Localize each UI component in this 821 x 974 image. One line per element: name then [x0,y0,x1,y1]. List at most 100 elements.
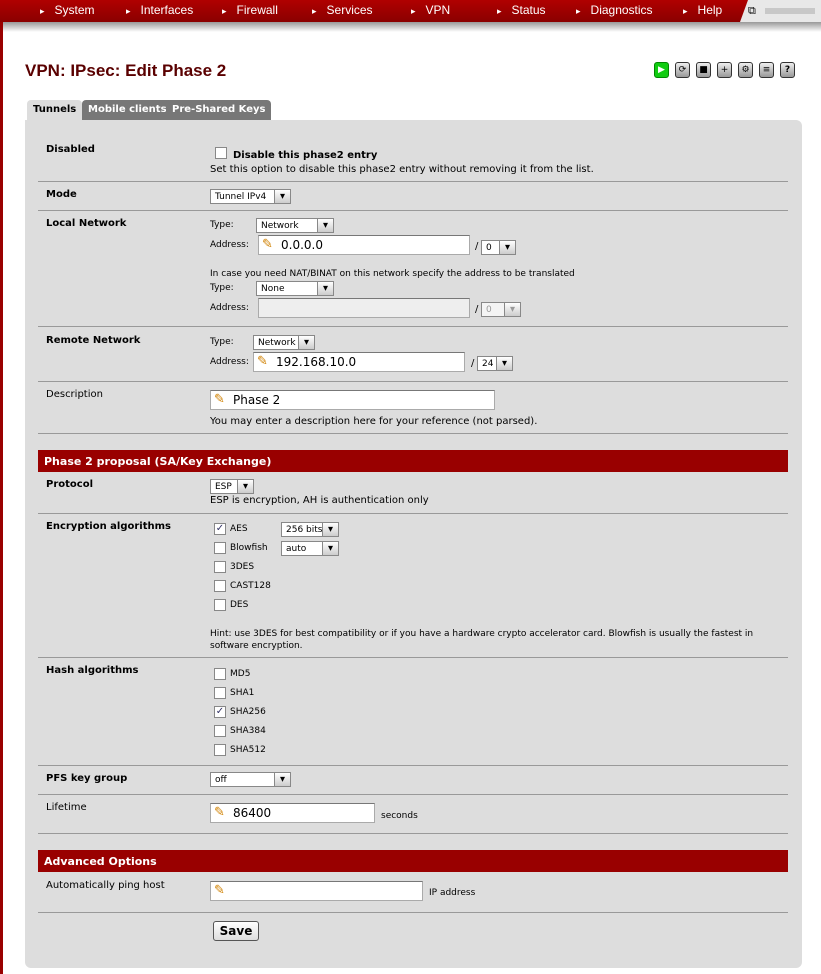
lifetime-input[interactable]: ✎ 86400 [210,803,375,823]
protocol-hint: ESP is encryption, AH is authentication … [210,495,429,506]
slash: / [475,241,479,252]
help-icon[interactable]: ? [780,62,795,78]
protocol-label: Protocol [46,479,94,490]
disable-checkbox-label: Disable this phase2 entry [233,150,378,161]
nat-address-input[interactable] [258,298,470,318]
remote-address-label: Address: [210,357,249,367]
hash-sha256-checkbox[interactable]: ✓ [214,706,226,718]
ping-host-input[interactable]: ✎ [210,881,423,901]
pencil-icon: ✎ [214,805,225,820]
hash-sha384-checkbox[interactable] [214,725,226,737]
encryption-cast128-label: CAST128 [230,581,271,591]
encryption-aes-checkbox[interactable]: ✓ [214,523,226,535]
disabled-hint: Set this option to disable this phase2 e… [210,164,594,175]
pfs-select[interactable]: off [210,772,291,787]
nav-services[interactable]: Services [312,3,373,17]
mode-select[interactable]: Tunnel IPv4 [210,189,291,204]
nav-firewall[interactable]: Firewall [222,3,278,17]
nav-status[interactable]: Status [497,3,546,17]
page-title: VPN: IPsec: Edit Phase 2 [25,61,227,80]
disabled-label: Disabled [46,144,95,155]
remote-type-label: Type: [210,337,234,347]
play-icon[interactable]: ▶ [654,62,669,78]
nav-vpn[interactable]: VPN [411,3,451,17]
nat-hint: In case you need NAT/BINAT on this netwo… [210,269,575,279]
hash-md5-checkbox[interactable] [214,668,226,680]
slash: / [471,358,475,369]
encryption-cast128-checkbox[interactable] [214,580,226,592]
remote-address-input[interactable]: ✎ 192.168.10.0 [253,352,465,372]
description-value: Phase 2 [233,393,281,407]
hostname-blurred [765,8,815,14]
settings-icon[interactable]: ⚙ [738,62,753,78]
top-nav: System Interfaces Firewall Services VPN … [0,0,821,22]
blowfish-keylen-select[interactable]: auto [281,541,339,556]
hash-sha1-checkbox[interactable] [214,687,226,699]
hash-sha512-checkbox[interactable] [214,744,226,756]
nav-interfaces[interactable]: Interfaces [126,3,194,17]
phase2-section-header: Phase 2 proposal (SA/Key Exchange) [38,450,788,472]
description-hint: You may enter a description here for you… [210,416,538,427]
encryption-aes-label: AES [230,524,248,534]
nav-system[interactable]: System [40,3,95,17]
nat-mask-select[interactable]: 0 [481,302,521,317]
remote-address-value: 192.168.10.0 [276,355,357,369]
add-icon[interactable]: + [717,62,732,78]
encryption-label: Encryption algorithms [46,521,171,532]
protocol-select[interactable]: ESP [210,479,254,494]
save-button[interactable]: Save [213,921,259,941]
hash-sha384-label: SHA384 [230,726,266,736]
lifetime-value: 86400 [233,806,272,820]
nav-shadow [0,22,821,32]
advanced-section-header: Advanced Options [38,850,788,872]
local-address-value: 0.0.0.0 [281,238,323,252]
remote-network-label: Remote Network [46,335,141,346]
nat-address-label: Address: [210,303,249,313]
hash-sha256-label: SHA256 [230,707,266,717]
pencil-icon: ✎ [262,237,273,252]
remote-mask-select[interactable]: 24 [477,356,513,371]
stop-icon[interactable]: ■ [696,62,711,78]
mode-label: Mode [46,189,77,200]
restart-icon[interactable]: ⟳ [675,62,690,78]
tab-mobile-clients[interactable]: Mobile clients [82,100,173,120]
hash-md5-label: MD5 [230,669,251,679]
local-address-input[interactable]: ✎ 0.0.0.0 [258,235,470,255]
aes-keylen-select[interactable]: 256 bits [281,522,339,537]
encryption-blowfish-checkbox[interactable] [214,542,226,554]
local-address-label: Address: [210,240,249,250]
encryption-3des-checkbox[interactable] [214,561,226,573]
pencil-icon: ✎ [214,392,225,407]
hash-label: Hash algorithms [46,665,139,676]
description-input[interactable]: ✎ Phase 2 [210,390,495,410]
local-network-label: Local Network [46,218,127,229]
pencil-icon: ✎ [257,354,268,369]
local-type-label: Type: [210,220,234,230]
encryption-des-checkbox[interactable] [214,599,226,611]
network-icon: ⧉ [748,4,756,17]
pfs-label: PFS key group [46,773,128,784]
disable-checkbox[interactable] [215,147,227,159]
lifetime-label: Lifetime [46,802,87,813]
encryption-des-label: DES [230,600,249,610]
tab-tunnels[interactable]: Tunnels [27,100,83,120]
left-border [0,22,3,974]
hash-sha1-label: SHA1 [230,688,255,698]
local-type-select[interactable]: Network [256,218,334,233]
slash: / [475,304,479,315]
encryption-3des-label: 3DES [230,562,255,572]
encryption-hint: Hint: use 3DES for best compatibility or… [210,629,754,651]
nav-diagnostics[interactable]: Diagnostics [576,3,653,17]
pencil-icon: ✎ [214,883,225,898]
encryption-blowfish-label: Blowfish [230,543,268,553]
log-icon[interactable]: ≡ [759,62,774,78]
hash-sha512-label: SHA512 [230,745,266,755]
tab-pre-shared-keys[interactable]: Pre-Shared Keys [166,100,272,120]
ping-unit: IP address [429,888,476,898]
nat-type-select[interactable]: None [256,281,334,296]
local-mask-select[interactable]: 0 [481,240,516,255]
remote-type-select[interactable]: Network [253,335,315,350]
nav-help[interactable]: Help [683,3,723,17]
lifetime-unit: seconds [381,811,418,821]
nat-type-label: Type: [210,283,234,293]
